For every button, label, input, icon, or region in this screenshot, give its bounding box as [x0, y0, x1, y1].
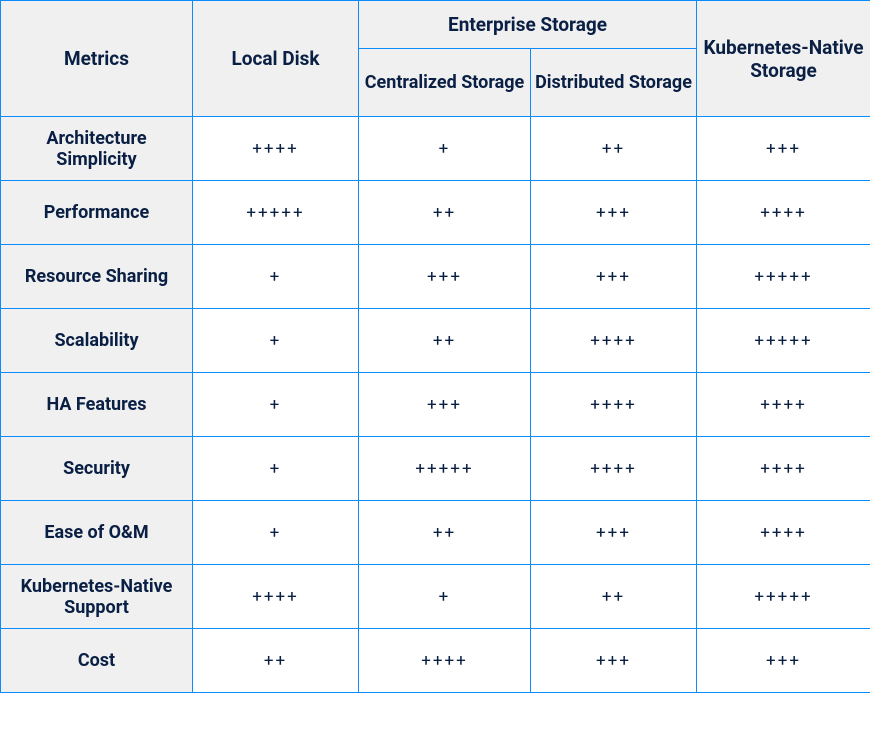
cell-value: + — [193, 245, 359, 309]
header-row-1: Metrics Local Disk Enterprise Storage Ku… — [1, 1, 870, 49]
cell-value: ++ — [359, 309, 531, 373]
header-distributed: Distributed Storage — [531, 49, 697, 117]
header-k8s-native: Kubernetes-Native Storage — [697, 1, 870, 117]
table-row: Performance +++++ ++ +++ ++++ — [1, 181, 870, 245]
header-centralized: Centralized Storage — [359, 49, 531, 117]
cell-value: +++ — [697, 117, 870, 181]
table-row: Ease of O&M + ++ +++ ++++ — [1, 501, 870, 565]
metric-label: Resource Sharing — [1, 245, 193, 309]
table-row: HA Features + +++ ++++ ++++ — [1, 373, 870, 437]
cell-value: ++++ — [193, 117, 359, 181]
cell-value: ++ — [531, 565, 697, 629]
cell-value: ++++ — [531, 373, 697, 437]
cell-value: ++ — [531, 117, 697, 181]
cell-value: + — [359, 565, 531, 629]
cell-value: ++++ — [697, 501, 870, 565]
cell-value: +++++ — [697, 245, 870, 309]
header-local-disk: Local Disk — [193, 1, 359, 117]
cell-value: +++ — [531, 501, 697, 565]
cell-value: +++ — [697, 629, 870, 693]
table-row: Architecture Simplicity ++++ + ++ +++ — [1, 117, 870, 181]
metric-label: Ease of O&M — [1, 501, 193, 565]
cell-value: +++ — [359, 373, 531, 437]
cell-value: +++ — [359, 245, 531, 309]
table-row: Security + +++++ ++++ ++++ — [1, 437, 870, 501]
metric-label: Cost — [1, 629, 193, 693]
table-row: Resource Sharing + +++ +++ +++++ — [1, 245, 870, 309]
header-enterprise-group: Enterprise Storage — [359, 1, 697, 49]
comparison-table: Metrics Local Disk Enterprise Storage Ku… — [0, 0, 870, 693]
cell-value: ++++ — [193, 565, 359, 629]
table-row: Kubernetes-Native Support ++++ + ++ ++++… — [1, 565, 870, 629]
cell-value: + — [193, 501, 359, 565]
cell-value: ++++ — [697, 437, 870, 501]
metric-label: Kubernetes-Native Support — [1, 565, 193, 629]
cell-value: +++ — [531, 181, 697, 245]
cell-value: + — [193, 373, 359, 437]
metric-label: Architecture Simplicity — [1, 117, 193, 181]
cell-value: +++++ — [697, 565, 870, 629]
metric-label: HA Features — [1, 373, 193, 437]
metric-label: Performance — [1, 181, 193, 245]
cell-value: +++++ — [697, 309, 870, 373]
cell-value: +++++ — [359, 437, 531, 501]
metric-label: Security — [1, 437, 193, 501]
cell-value: ++++ — [359, 629, 531, 693]
cell-value: ++ — [193, 629, 359, 693]
cell-value: + — [193, 437, 359, 501]
header-metrics: Metrics — [1, 1, 193, 117]
metric-label: Scalability — [1, 309, 193, 373]
cell-value: ++ — [359, 501, 531, 565]
cell-value: + — [359, 117, 531, 181]
cell-value: ++++ — [697, 373, 870, 437]
cell-value: +++++ — [193, 181, 359, 245]
cell-value: ++++ — [531, 309, 697, 373]
cell-value: ++++ — [697, 181, 870, 245]
table-row: Scalability + ++ ++++ +++++ — [1, 309, 870, 373]
cell-value: + — [193, 309, 359, 373]
cell-value: ++ — [359, 181, 531, 245]
table-row: Cost ++ ++++ +++ +++ — [1, 629, 870, 693]
cell-value: +++ — [531, 245, 697, 309]
cell-value: +++ — [531, 629, 697, 693]
cell-value: ++++ — [531, 437, 697, 501]
